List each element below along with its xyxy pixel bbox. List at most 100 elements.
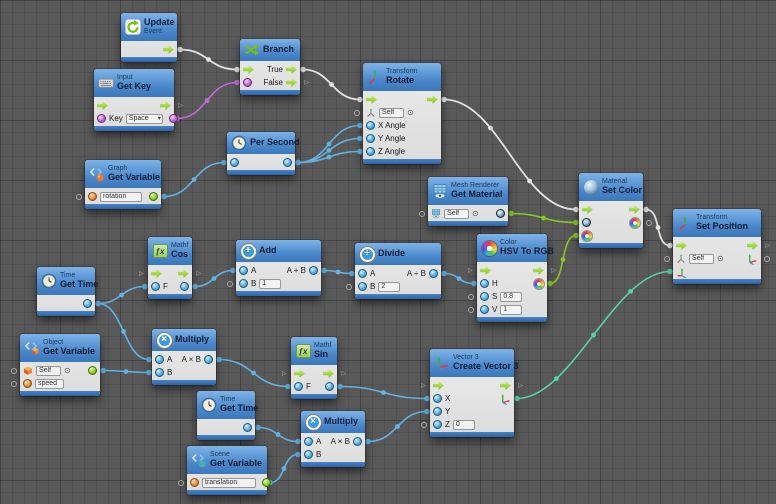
bool-port[interactable] [243,78,252,87]
flow-port[interactable] [629,205,640,214]
value-port[interactable] [155,368,164,377]
value-field[interactable] [500,305,522,315]
color-port[interactable] [534,279,544,289]
variable-name-port[interactable] [190,478,199,487]
value-port[interactable] [309,266,318,275]
value-port[interactable] [480,279,489,288]
flow-port[interactable] [427,95,438,104]
flow-port[interactable] [323,369,334,378]
value-field[interactable] [379,108,404,118]
flow-port[interactable] [433,381,444,390]
value-port[interactable] [155,355,164,364]
value-port[interactable] [283,158,292,167]
node-hsv-to-rgb[interactable]: ColorHSV To RGB▷▷HSV [477,234,547,322]
value-port[interactable] [358,282,367,291]
node-get-material[interactable]: Mesh RendererGet Material⊙ [428,177,508,226]
node-get-time-2[interactable]: TimeGet Time [197,391,255,440]
value-port[interactable] [480,305,489,314]
value-port[interactable] [366,147,375,156]
value-port[interactable] [151,282,160,291]
value-field[interactable] [453,420,475,430]
color-port[interactable] [630,218,640,228]
variable-out-port[interactable] [149,192,158,201]
value-port[interactable] [304,450,313,459]
color-port[interactable] [582,231,592,241]
node-graph-get-variable[interactable]: GraphGet Variable [85,160,161,209]
value-port[interactable] [83,299,92,308]
value-port[interactable] [353,437,362,446]
node-branch[interactable]: BranchTrueFalse▷ [240,39,300,95]
value-port[interactable] [294,382,303,391]
node-set-color[interactable]: MaterialSet Color [579,173,643,248]
node-multiply-2[interactable]: ×MultiplyAA × BB [301,411,365,467]
node-add[interactable]: +AddAA + BB [236,240,321,296]
variable-name-port[interactable] [88,192,97,201]
graph-canvas[interactable]: EventUpdate BranchTrueFalse▷ InputGet Key▷… [0,0,776,504]
flow-port[interactable] [366,95,377,104]
value-field[interactable] [126,114,163,124]
object-picker-icon[interactable]: ⊙ [407,109,414,117]
object-picker-icon[interactable]: ⊙ [64,367,71,375]
vector3-port[interactable] [499,393,511,405]
value-field[interactable] [500,292,522,302]
node-get-key[interactable]: InputGet Key▷Key▾ [94,69,174,131]
value-field[interactable] [378,282,400,292]
value-port[interactable] [230,158,239,167]
value-port[interactable] [433,407,442,416]
flow-port[interactable] [243,65,254,74]
value-field[interactable] [36,366,61,376]
value-port[interactable] [239,266,248,275]
value-port[interactable] [480,292,489,301]
value-port[interactable] [204,355,213,364]
node-scene-get-variable[interactable]: SceneGet Variable [187,446,267,495]
node-cos[interactable]: ƒxMathfCos▷▷F [148,237,192,299]
material-port[interactable] [496,209,505,218]
object-picker-icon[interactable]: ⊙ [717,255,724,263]
node-update-event[interactable]: EventUpdate [121,13,177,62]
object-picker-icon[interactable]: ⊙ [472,210,479,218]
flow-port[interactable] [294,369,305,378]
value-port[interactable] [304,437,313,446]
value-port[interactable] [366,121,375,130]
value-port[interactable] [180,282,189,291]
value-field[interactable] [202,478,256,488]
node-sin[interactable]: ƒxMathfSin▷▷F [291,337,337,399]
node-divide[interactable]: ÷DivideAA ÷ BB [355,243,441,299]
variable-out-port[interactable] [262,478,271,487]
value-port[interactable] [239,279,248,288]
value-port[interactable] [325,382,334,391]
value-field[interactable] [100,192,142,202]
bool-port[interactable] [169,114,178,123]
flow-port[interactable] [178,269,189,278]
flow-port[interactable] [286,78,297,87]
vector3-port[interactable] [746,253,758,265]
flow-port[interactable] [160,101,171,110]
value-field[interactable] [35,379,64,389]
position-port[interactable] [676,266,688,278]
value-port[interactable] [433,420,442,429]
material-port[interactable] [582,218,591,227]
value-port[interactable] [358,269,367,278]
value-port[interactable] [366,134,375,143]
value-field[interactable] [689,254,714,264]
variable-name-port[interactable] [23,379,32,388]
flow-port[interactable] [97,101,108,110]
node-rotate[interactable]: TransformRotate⊙X AngleY AngleZ Angle [363,63,441,164]
flow-port[interactable] [582,205,593,214]
node-create-vector3[interactable]: Vector 3Create Vector 3▷▷XYZ [430,349,514,437]
flow-port[interactable] [500,381,511,390]
flow-port[interactable] [480,266,491,275]
node-per-second[interactable]: Per Second [227,132,295,175]
bool-port[interactable] [97,114,106,123]
flow-port[interactable] [286,65,297,74]
value-port[interactable] [243,423,252,432]
flow-port[interactable] [676,241,687,250]
value-field[interactable] [259,279,281,289]
flow-port[interactable] [151,269,162,278]
flow-port[interactable] [163,45,174,54]
value-port[interactable] [429,269,438,278]
value-port[interactable] [433,394,442,403]
node-multiply-1[interactable]: ×MultiplyAA × BB [152,329,216,385]
flow-port[interactable] [533,266,544,275]
value-field[interactable] [444,209,469,219]
